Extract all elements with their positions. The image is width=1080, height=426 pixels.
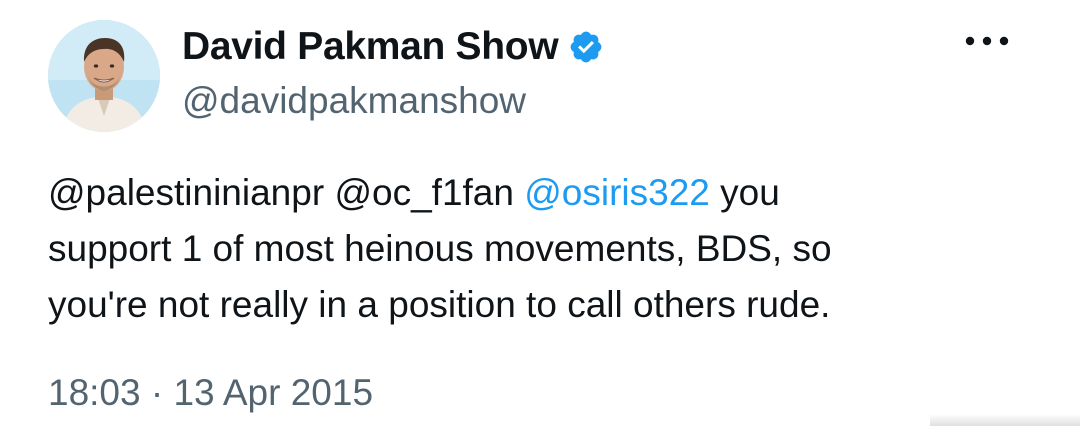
more-options-button[interactable]: [958, 22, 1016, 60]
tweet-line-1: @palestininianpr @oc_f1fan @osiris322 yo…: [48, 165, 1038, 221]
bottom-edge-shadow: [930, 414, 1080, 426]
mention-palestininianpr[interactable]: @palestininianpr: [48, 172, 324, 213]
tweet-line-3: you're not really in a position to call …: [48, 284, 831, 325]
author-name[interactable]: David Pakman Show: [182, 25, 559, 69]
tweet-line-1-text: you: [720, 172, 780, 213]
tweet-timestamp[interactable]: 18:03 · 13 Apr 2015: [48, 372, 373, 414]
tweet-text: @palestininianpr @oc_f1fan @osiris322 yo…: [48, 165, 1038, 333]
author-name-row[interactable]: David Pakman Show: [182, 24, 604, 70]
author-handle[interactable]: @davidpakmanshow: [182, 80, 526, 122]
avatar[interactable]: [48, 20, 160, 132]
verified-badge-icon[interactable]: [568, 29, 604, 65]
more-horizontal-icon: [965, 36, 1009, 46]
tweet-line-2: support 1 of most heinous movements, BDS…: [48, 228, 832, 269]
tweet-card: David Pakman Show @davidpakmanshow @pale…: [0, 0, 1080, 426]
avatar-image: [48, 20, 160, 132]
mention-oc-f1fan[interactable]: @oc_f1fan: [334, 172, 514, 213]
mention-osiris322[interactable]: @osiris322: [524, 172, 710, 213]
